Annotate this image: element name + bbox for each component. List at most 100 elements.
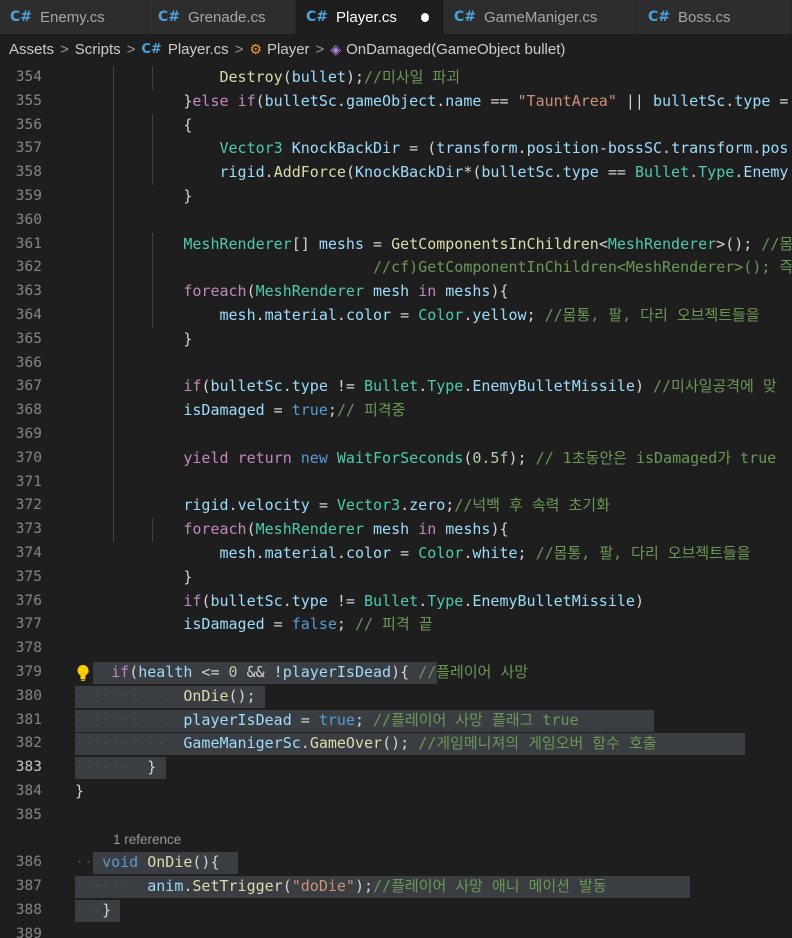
code-token: GameManigerSc — [183, 734, 301, 753]
line-number: 383 — [15, 759, 42, 776]
tab-enemy-cs[interactable]: C# Enemy.cs — [0, 0, 148, 34]
code-token: SetTrigger — [192, 877, 283, 896]
chevron-right-icon: > — [126, 40, 136, 58]
tab-boss-cs[interactable]: C# Boss.cs — [638, 0, 792, 34]
breadcrumb: Assets > Scripts > C# Player.cs > ⚙ Play… — [0, 34, 792, 64]
code-line[interactable]: 374 mesh.material.color = Color.white; /… — [0, 542, 792, 566]
code-line[interactable]: 370 yield return new WaitForSeconds(0.5f… — [0, 447, 792, 471]
code-token: // 피격 끝 — [354, 615, 433, 634]
code-text: ······ } — [75, 756, 156, 780]
code-token: else — [192, 91, 229, 110]
code-token: (); — [228, 686, 256, 705]
code-token: isDamaged — [183, 615, 265, 634]
code-line[interactable]: 354 Destroy(bullet);//미사일 파괴 — [0, 66, 792, 90]
line-number: 380 — [15, 687, 42, 704]
code-line[interactable]: 361 MeshRenderer[] meshs = GetComponents… — [0, 233, 792, 257]
code-line[interactable]: 376 if(bulletSc.type != Bullet.Type.Enem… — [0, 590, 792, 614]
code-line[interactable]: 383 ······ } — [0, 756, 792, 780]
code-token: return — [237, 448, 292, 467]
code-token: (){ — [192, 853, 220, 872]
code-line[interactable]: 356 { — [0, 114, 792, 138]
line-number: 358 — [15, 164, 42, 181]
code-token: . — [264, 163, 274, 182]
code-token: //cf)GetComponentInChildren<MeshRenderer… — [373, 258, 792, 277]
code-line[interactable]: 357 Vector3 KnockBackDir = (transform.po… — [0, 137, 792, 161]
code-text: ·········· OnDie(); — [75, 685, 256, 709]
codelens-references[interactable]: 1 reference — [113, 828, 181, 852]
tab-player-cs[interactable]: C# Player.cs — [296, 0, 444, 34]
csharp-file-icon: C# — [306, 9, 329, 25]
code-line[interactable]: 377 isDamaged = false; // 피격 끝 — [0, 613, 792, 637]
breadcrumb-assets[interactable]: Assets — [9, 41, 54, 58]
code-line[interactable]: 381 ·········· playerIsDead = true; //플레이… — [0, 709, 792, 733]
code-token: ){ — [391, 663, 419, 681]
tab-gamemaniger-cs[interactable]: C# GameManiger.cs — [444, 0, 638, 34]
code-line[interactable]: 358 rigid.AddForce(KnockBackDir*(bulletS… — [0, 161, 792, 185]
code-line[interactable]: 378 — [0, 637, 792, 661]
code-token: mesh — [373, 520, 410, 539]
code-token: ( — [255, 91, 265, 110]
code-token: . — [300, 734, 310, 753]
code-line[interactable]: 368 isDamaged = true;// 피격중 — [0, 399, 792, 423]
code-token: ·········· — [75, 686, 166, 705]
code-line[interactable]: 388 ···} — [0, 899, 792, 923]
code-line[interactable]: 371 — [0, 471, 792, 495]
line-number: 389 — [15, 925, 42, 938]
code-token: if — [183, 591, 202, 610]
code-token: playerIsDead — [183, 710, 292, 729]
breadcrumb-class[interactable]: Player — [267, 41, 310, 58]
code-token: OnDie — [147, 853, 193, 872]
code-text: if(bulletSc.type != Bullet.Type.EnemyBul… — [75, 375, 776, 399]
code-line[interactable]: 359 } — [0, 185, 792, 209]
code-line[interactable]: 362 //cf)GetComponentInChildren<MeshRend… — [0, 256, 792, 280]
unsaved-dot-icon[interactable] — [420, 12, 429, 22]
code-editor[interactable]: 354 Destroy(bullet);//미사일 파괴 355 }else if… — [0, 66, 792, 938]
code-line[interactable]: 382 ·········· GameManigerSc.GameOver(); … — [0, 732, 792, 756]
code-line[interactable]: 360 — [0, 209, 792, 233]
breadcrumb-scripts[interactable]: Scripts — [75, 41, 121, 58]
code-token: ( — [129, 663, 139, 681]
code-token: mesh — [373, 282, 410, 301]
code-line[interactable]: 379 ·· if(health <= 0 && !playerIsDead){ … — [0, 661, 792, 685]
code-token: foreach — [183, 520, 247, 539]
code-line[interactable]: 375 } — [0, 566, 792, 590]
code-line[interactable]: 364 mesh.material.color = Color.yellow; … — [0, 304, 792, 328]
code-line[interactable]: 365 } — [0, 328, 792, 352]
code-token: "doDie" — [291, 877, 355, 896]
code-line[interactable]: 385 — [0, 804, 792, 828]
code-token: . — [336, 306, 346, 324]
code-line[interactable]: 367 if(bulletSc.type != Bullet.Type.Enem… — [0, 375, 792, 399]
code-token: ······ — [75, 877, 130, 896]
code-token: "TauntArea" — [517, 91, 617, 110]
code-line[interactable]: 372 rigid.velocity = Vector3.zero;//넉백 후… — [0, 494, 792, 518]
code-line[interactable]: 386 ·· void OnDie(){ — [0, 851, 792, 875]
line-number: 360 — [15, 211, 42, 228]
code-line[interactable]: 369 — [0, 423, 792, 447]
code-line[interactable]: 373 foreach(MeshRenderer mesh in meshs){ — [0, 518, 792, 542]
code-token: Bullet — [634, 163, 690, 182]
code-token: velocity — [237, 496, 310, 515]
code-line[interactable]: 355 }else if(bulletSc.gameObject.name ==… — [0, 90, 792, 114]
tab-grenade-cs[interactable]: C# Grenade.cs — [148, 0, 296, 34]
code-line[interactable]: 389 — [0, 923, 792, 938]
code-token: 0 — [228, 663, 238, 681]
code-token: ) — [634, 377, 653, 396]
breadcrumb-method[interactable]: OnDamaged(GameObject bullet) — [346, 41, 565, 58]
lightbulb-icon[interactable] — [76, 663, 90, 683]
code-line[interactable]: 380 ·········· OnDie(); — [0, 685, 792, 709]
code-line[interactable]: 363 foreach(MeshRenderer mesh in meshs){ — [0, 280, 792, 304]
code-token: transform — [671, 139, 753, 158]
breadcrumb-file[interactable]: Player.cs — [168, 41, 229, 58]
csharp-file-icon: C# — [10, 9, 33, 25]
code-line[interactable]: 387 ······ anim.SetTrigger("doDie");//플레이… — [0, 875, 792, 899]
csharp-file-icon: C# — [141, 41, 162, 57]
code-token: bulletSc — [210, 591, 283, 610]
code-token: if — [237, 91, 256, 110]
indent-guide — [152, 66, 153, 90]
code-text: MeshRenderer[] meshs = GetComponentsInCh… — [75, 233, 792, 257]
code-line[interactable]: 384} — [0, 780, 792, 804]
code-line[interactable]: 366 — [0, 352, 792, 376]
